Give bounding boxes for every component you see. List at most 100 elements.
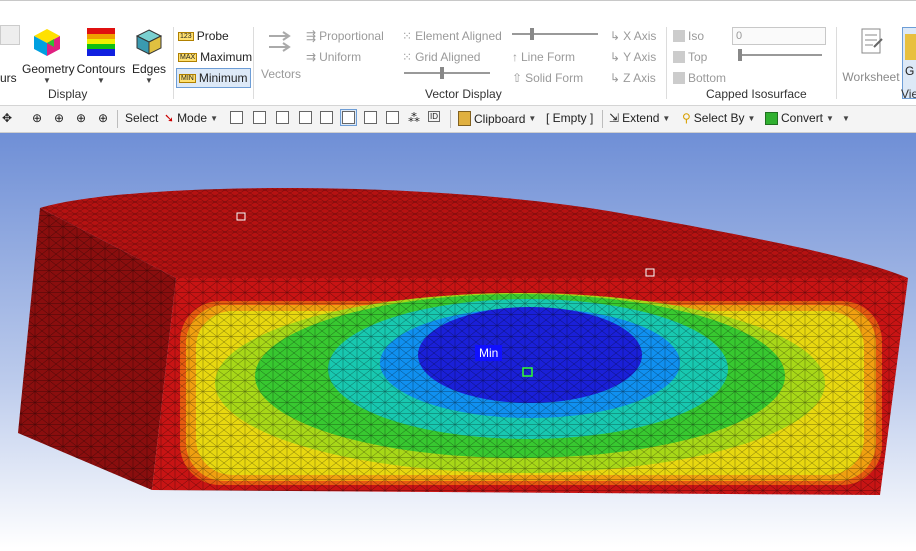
zoom-out-icon[interactable]: ⊕: [98, 111, 108, 125]
select-body-icon[interactable]: [299, 111, 312, 124]
vector-size-slider[interactable]: [404, 67, 490, 79]
clipboard-label: Clipboard: [474, 111, 526, 126]
slider-thumb[interactable]: [738, 49, 742, 61]
element-aligned-button[interactable]: ⁙ Element Aligned: [402, 29, 502, 43]
top-button[interactable]: Top: [673, 50, 707, 64]
minimum-label: Minimum: [198, 71, 248, 85]
top-icon: [673, 51, 685, 63]
worksheet-button[interactable]: Worksheet: [842, 27, 900, 84]
select-button[interactable]: Select: [125, 111, 158, 125]
geometry-button[interactable]: Geometry ▼: [22, 27, 75, 85]
bottom-button[interactable]: Bottom: [673, 71, 726, 85]
y-axis-button[interactable]: ↳ Y Axis: [610, 50, 656, 64]
toolbar-divider: [602, 110, 603, 128]
select-edge-icon[interactable]: [253, 111, 266, 124]
solid-form-button[interactable]: ⇧ Solid Form: [512, 71, 583, 85]
iso-value-input[interactable]: [732, 27, 826, 45]
select-face-icon[interactable]: [276, 111, 289, 124]
vectors-button[interactable]: Vectors: [258, 27, 304, 81]
ribbon-divider: [836, 27, 837, 99]
uniform-label: Uniform: [319, 50, 362, 64]
proportional-button[interactable]: ⇶ Proportional: [306, 29, 384, 43]
solid-form-icon: ⇧: [512, 71, 523, 85]
maximum-icon: MAX: [178, 52, 198, 62]
mode-label: Mode: [177, 111, 208, 125]
uniform-button[interactable]: ⇉ Uniform: [306, 50, 361, 64]
min-annotation-label: Min: [475, 345, 503, 361]
line-form-icon: ↑: [512, 50, 518, 64]
zoom-fit-icon[interactable]: ⊕: [76, 111, 86, 125]
id-select-icon[interactable]: ID: [428, 111, 440, 122]
node-select-icon[interactable]: ⁂: [408, 111, 420, 125]
iso-label: Iso: [688, 29, 705, 43]
pan-icon[interactable]: ✥: [2, 111, 12, 125]
select-nodes-icon[interactable]: [364, 111, 377, 124]
toolbar-divider: [117, 110, 118, 128]
chevron-down-icon: ▼: [43, 76, 51, 85]
chevron-down-icon: ▼: [210, 113, 219, 123]
geometry-cube-icon: [34, 29, 60, 56]
line-form-label: Line Form: [521, 50, 576, 64]
contour-cut-face: [152, 278, 908, 495]
slider-thumb[interactable]: [530, 28, 534, 40]
line-form-slider[interactable]: [512, 28, 598, 40]
worksheet-icon: [861, 28, 883, 54]
select-label: Select: [125, 111, 159, 125]
element-aligned-label: Element Aligned: [415, 29, 502, 43]
zoom-in-icon[interactable]: ⊕: [32, 111, 42, 125]
select-element-face-icon[interactable]: [320, 111, 333, 124]
edges-button[interactable]: Edges ▼: [128, 27, 170, 85]
select-vertex-icon[interactable]: [230, 111, 243, 124]
isosurface-slider[interactable]: [738, 49, 822, 61]
grid-aligned-label: Grid Aligned: [415, 50, 481, 64]
zoom-box-icon[interactable]: ⊕: [54, 111, 64, 125]
top-label: Top: [688, 50, 708, 64]
solid-form-label: Solid Form: [525, 71, 584, 85]
graphics-viewport[interactable]: Min: [0, 133, 916, 548]
grid-aligned-icon: ⁙: [402, 50, 413, 64]
probe-button[interactable]: 123 Probe: [178, 29, 229, 43]
selection-toolbar: ✥ ⊕ ⊕ ⊕ ⊕ Select ➘ Mode ▼ ⁂ ID Clipboard…: [0, 106, 916, 133]
z-axis-button[interactable]: ↳ Z Axis: [610, 71, 656, 85]
iso-button[interactable]: Iso: [673, 29, 704, 43]
y-axis-icon: ↳: [610, 50, 621, 64]
select-element-icon[interactable]: [340, 109, 357, 126]
chevron-down-icon: ▼: [747, 113, 756, 123]
mode-dropdown[interactable]: ➘ Mode ▼: [164, 111, 218, 125]
probe-label: Probe: [196, 29, 229, 43]
element-aligned-icon: ⁙: [402, 29, 413, 43]
extend-dropdown[interactable]: ⇲ Extend ▼: [609, 111, 670, 125]
edges-icon: [135, 29, 163, 55]
slider-thumb[interactable]: [440, 67, 444, 79]
contours-label: Contours: [76, 62, 126, 76]
contours-cut-label: urs: [0, 71, 17, 85]
minimum-button[interactable]: MIN Minimum: [176, 68, 251, 88]
convert-label: Convert: [781, 111, 824, 125]
clipboard-icon: [458, 111, 471, 126]
x-axis-icon: ↳: [610, 29, 621, 43]
ribbon: urs Geometry ▼ Contours ▼ Edges ▼ Displa…: [0, 0, 916, 106]
model-render[interactable]: [0, 133, 916, 548]
chevron-down-icon: ▼: [662, 113, 671, 123]
line-form-button[interactable]: ↑ Line Form: [512, 50, 575, 64]
grid-aligned-button[interactable]: ⁙ Grid Aligned: [402, 50, 480, 64]
cursor-icon: ➘: [164, 111, 175, 125]
minimum-icon: MIN: [179, 73, 196, 83]
z-axis-label: Z Axis: [623, 71, 656, 85]
select-by-dropdown[interactable]: ⚲ Select By ▼: [682, 111, 755, 125]
left-dropdown[interactable]: [0, 25, 20, 45]
select-by-label: Select By: [693, 111, 745, 125]
maximum-button[interactable]: MAX Maximum: [178, 50, 252, 64]
chevron-down-icon: ▼: [145, 76, 153, 85]
select-mesh-icon[interactable]: [386, 111, 399, 124]
x-axis-button[interactable]: ↳ X Axis: [610, 29, 656, 43]
contours-button[interactable]: Contours ▼: [76, 27, 126, 85]
ribbon-top-strip: [0, 1, 916, 23]
clipboard-dropdown[interactable]: Clipboard ▼: [458, 111, 536, 126]
convert-dropdown[interactable]: Convert ▼: [765, 111, 834, 125]
ribbon-divider: [173, 27, 174, 99]
capped-isosurface-group-label: Capped Isosurface: [706, 87, 807, 101]
contours-icon: [87, 28, 115, 56]
toolbar-overflow-icon[interactable]: ▼: [842, 114, 850, 123]
extend-label: Extend: [622, 111, 660, 125]
